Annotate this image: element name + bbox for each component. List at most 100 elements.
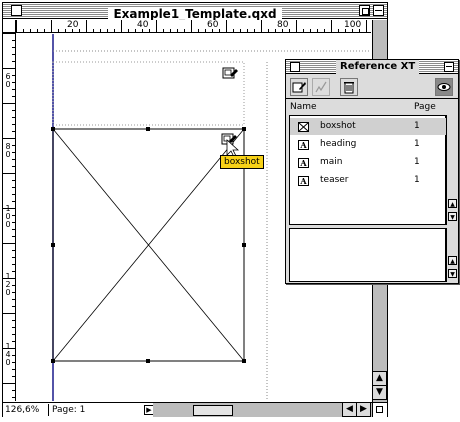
scroll-down-button[interactable]: ▼ [448,269,457,278]
scroll-up-button[interactable]: ▲ [448,256,457,265]
ruler-tick [198,29,199,32]
ruler-tick [12,215,15,216]
ruler-tick [12,257,15,258]
ruler-tick [12,376,15,377]
scroll-down-button[interactable]: ▼ [372,385,387,400]
resize-box[interactable] [372,402,387,417]
ruler-tick [12,201,15,202]
picture-box-icon [298,122,309,132]
list-item[interactable]: A teaser 1 [290,172,447,189]
vertical-ruler[interactable]: 60 80 100 120 140 [3,33,16,401]
ruler-tick [184,29,185,32]
ruler-tick [12,145,15,146]
ruler-tick [12,222,15,223]
ruler-tick [12,159,15,160]
ruler-tick [12,75,15,76]
horizontal-scrollbar[interactable]: ◀ ▶ [153,402,372,417]
ruler-tick [366,20,367,32]
text-box-icon: A [298,158,309,168]
ruler-tick [16,20,17,32]
item-name: heading [320,139,357,149]
ruler-tick [107,29,108,32]
ruler-tick [12,250,15,251]
ruler-tick [3,138,15,139]
ruler-label: 80 [5,142,11,159]
reference-xt-palette: Reference XT Name Page boxshot 1 A headi… [285,59,459,284]
zoom-field[interactable]: 126,6% [5,404,49,416]
ruler-tick [12,334,15,335]
details-scrollbar[interactable]: ▲ ▼ [446,228,458,282]
ruler-tick [205,29,206,32]
ruler-tick [3,243,15,244]
page-column-header[interactable]: Page [414,100,436,114]
ruler-tick [12,89,15,90]
ruler-tick [100,29,101,32]
ruler-tick [12,306,15,307]
scroll-thumb[interactable] [193,405,233,416]
scroll-up-button[interactable]: ▲ [448,199,457,208]
ruler-tick [51,20,52,32]
ruler-tick [12,124,15,125]
scroll-right-button[interactable]: ▶ [356,402,371,417]
ruler-tick [3,278,15,279]
ruler-tick [12,117,15,118]
list-item[interactable]: A main 1 [290,154,447,171]
ruler-tick [275,29,276,32]
ruler-tick [3,348,15,349]
list-item[interactable]: boxshot 1 [290,118,447,135]
ruler-tick [44,29,45,32]
ruler-tick [12,390,15,391]
ruler-tick [3,103,15,104]
list-scrollbar[interactable]: ▲ ▼ [446,115,458,225]
ruler-tick [338,29,339,32]
list-item[interactable]: A heading 1 [290,136,447,153]
ruler-tick [23,29,24,32]
show-eye-icon[interactable] [435,78,453,96]
scroll-down-button[interactable]: ▼ [448,212,457,221]
ruler-tick [12,229,15,230]
ruler-tick [303,29,304,32]
ruler-tick [296,20,297,32]
item-page: 1 [414,175,420,185]
item-name: teaser [320,175,349,185]
palette-collapse-box[interactable] [444,62,454,72]
ruler-tick [359,29,360,32]
ruler-tick [247,29,248,32]
item-name: boxshot [320,121,356,131]
ruler-tick [352,29,353,32]
name-column-header[interactable]: Name [290,100,317,114]
scroll-up-button[interactable]: ▲ [372,371,387,386]
ruler-tick [345,29,346,32]
ruler-tick [289,29,290,32]
ruler-tick [12,54,15,55]
ruler-tick [310,29,311,32]
palette-toolbar [286,75,458,99]
ruler-tick [37,29,38,32]
ruler-tick [12,299,15,300]
edit-reference-icon[interactable] [290,78,308,96]
ruler-tick [12,285,15,286]
ruler-tick [12,61,15,62]
ruler-tick [86,20,87,32]
scroll-left-button[interactable]: ◀ [342,402,357,417]
ruler-tick [170,29,171,32]
ruler-tick [12,355,15,356]
ruler-tick [12,362,15,363]
zoom-box[interactable] [359,5,370,16]
ruler-tick [12,397,15,398]
delete-trash-icon[interactable] [340,78,358,96]
ruler-tick [12,180,15,181]
list-header: Name Page [286,100,458,114]
rename-reference-icon[interactable] [312,78,330,96]
ruler-label: 120 [5,272,11,297]
ruler-origin[interactable] [3,20,16,33]
horizontal-ruler[interactable]: 20 40 60 80 100 [16,20,371,33]
ruler-tick [226,20,227,32]
collapse-box[interactable] [373,5,384,16]
ruler-tick [191,20,192,32]
palette-titlebar[interactable]: Reference XT [286,60,458,74]
ruler-tick [317,29,318,32]
ruler-tick [212,29,213,32]
document-titlebar[interactable]: Example1_Template.qxd [3,3,387,21]
palette-close-box[interactable] [290,62,300,72]
